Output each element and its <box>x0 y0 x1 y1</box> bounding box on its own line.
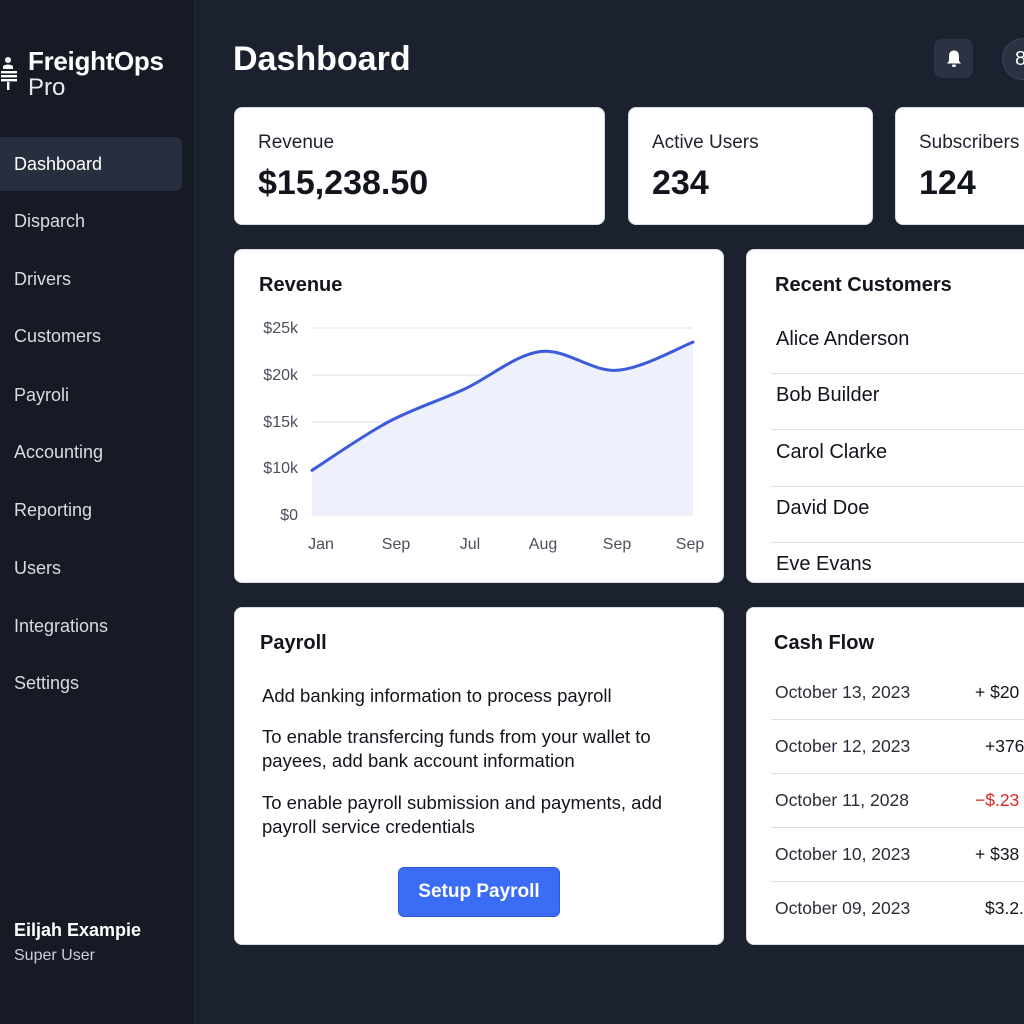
table-row[interactable]: October 13, 2023 + $20 <box>771 666 1024 720</box>
sidebar-item-drivers[interactable]: Drivers <box>0 252 182 306</box>
recent-customers-card: Recent Customers Alice Anderson Bob Buil… <box>746 249 1024 583</box>
sidebar-item-reporting[interactable]: Reporting <box>0 483 182 537</box>
list-item[interactable]: Eve Evans <box>771 543 1024 599</box>
x-tick-label: Sep <box>603 536 632 553</box>
stat-label: Active Users <box>652 132 759 153</box>
cash-flow-amount: + $20 <box>975 682 1020 702</box>
revenue-chart: $0 $10k $15k $20k $25k Jan Sep Jul Aug Sep Sep <box>263 320 705 553</box>
page-title: Dashboard <box>233 40 411 78</box>
sidebar: FreightOps Pro Dashboard Disparch Driver… <box>0 0 195 1024</box>
user-profile[interactable]: Eiljah Exampie Super User <box>14 920 141 965</box>
user-role: Super User <box>14 947 95 964</box>
avatar[interactable]: 8 <box>1002 38 1024 80</box>
revenue-chart-card: Revenue $0 $10k $15k $20k $25k Jan Sep Jul Aug Se… <box>234 249 724 583</box>
list-item[interactable]: Bob Builder <box>771 374 1024 430</box>
brand-name: FreightOps <box>28 46 164 76</box>
y-tick-label: $0 <box>280 507 298 524</box>
x-tick-label: Aug <box>529 536 557 553</box>
y-tick-label: $25k <box>263 320 299 337</box>
sidebar-item-dashboard[interactable]: Dashboard <box>0 137 182 191</box>
cash-flow-amount: + $38 <box>975 844 1020 864</box>
cash-flow-card: Cash Flow October 13, 2023 + $20 October… <box>746 607 1024 945</box>
x-tick-label: Sep <box>676 536 705 553</box>
y-tick-label: $10k <box>263 460 299 477</box>
list-item[interactable]: Alice Anderson <box>771 318 1024 374</box>
x-tick-label: Jul <box>460 536 480 553</box>
cash-flow-amount: $3.2. <box>985 898 1024 918</box>
sidebar-item-payroll[interactable]: Payroli <box>0 368 182 422</box>
cash-flow-date: October 10, 2023 <box>775 844 911 864</box>
table-row[interactable]: October 12, 2023 +376 <box>771 720 1024 774</box>
stat-card-active-users: Active Users 234 <box>628 107 873 225</box>
cash-flow-amount: −$.23 <box>975 790 1020 810</box>
sidebar-item-customers[interactable]: Customers <box>0 309 182 363</box>
setup-payroll-button[interactable]: Setup Payroll <box>398 867 560 917</box>
stat-card-revenue: Revenue $15,238.50 <box>234 107 605 225</box>
sidebar-item-settings[interactable]: Settings <box>0 656 182 710</box>
customers-title: Recent Customers <box>775 274 952 296</box>
table-row[interactable]: October 09, 2023 $3.2. <box>771 882 1024 936</box>
cash-flow-date: October 11, 2028 <box>775 790 909 810</box>
stat-value: 124 <box>919 164 976 202</box>
notifications-button[interactable] <box>934 39 973 78</box>
x-tick-label: Jan <box>308 536 334 553</box>
brand-subtitle: Pro <box>28 74 66 101</box>
brand[interactable]: FreightOps Pro <box>0 44 195 104</box>
stat-value: $15,238.50 <box>258 164 429 202</box>
cash-flow-date: October 12, 2023 <box>775 736 911 756</box>
stat-label: Subscribers <box>919 132 1020 153</box>
payroll-title: Payroll <box>260 632 327 654</box>
x-tick-label: Sep <box>382 536 411 553</box>
stat-value: 234 <box>652 164 709 202</box>
sidebar-item-accounting[interactable]: Accounting <box>0 425 182 479</box>
sidebar-item-integrations[interactable]: Integrations <box>0 599 182 653</box>
y-tick-label: $15k <box>263 414 299 431</box>
list-item[interactable]: Carol Clarke <box>771 431 1024 487</box>
stat-card-subscribers: Subscribers 124 <box>895 107 1024 225</box>
payroll-card: Payroll Add banking information to proce… <box>234 607 724 945</box>
stat-label: Revenue <box>258 132 335 153</box>
cash-flow-amount: +376 <box>985 736 1024 756</box>
payroll-text-banking: Add banking information to process payro… <box>262 685 612 706</box>
list-item[interactable]: David Doe <box>771 487 1024 543</box>
freight-logo-icon <box>1 57 17 90</box>
table-row[interactable]: October 11, 2028 −$.23 <box>771 774 1024 828</box>
sidebar-item-dispatch[interactable]: Disparch <box>0 194 182 248</box>
cash-flow-date: October 13, 2023 <box>775 682 911 702</box>
bell-icon <box>946 50 961 67</box>
cash-flow-date: October 09, 2023 <box>775 898 911 918</box>
payroll-text-submission: To enable payroll submission and payment… <box>262 792 663 837</box>
user-name: Eiljah Exampie <box>14 920 142 940</box>
cash-flow-title: Cash Flow <box>774 632 875 654</box>
table-row[interactable]: October 10, 2023 + $38 <box>771 828 1024 882</box>
y-tick-label: $20k <box>263 367 299 384</box>
payroll-text-transfer: To enable transfercing funds from your w… <box>262 726 651 771</box>
sidebar-item-users[interactable]: Users <box>0 541 182 595</box>
